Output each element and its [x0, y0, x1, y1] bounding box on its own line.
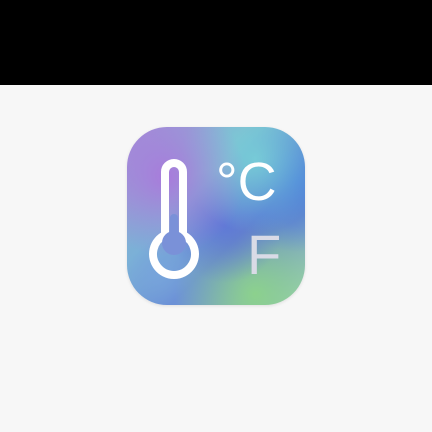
thermometer-bulb-icon: [162, 231, 186, 255]
fahrenheit-label: F: [247, 223, 281, 286]
celsius-label: °C: [216, 152, 277, 212]
top-black-bar: [0, 0, 432, 85]
app-icon[interactable]: °C F: [127, 127, 305, 305]
thermometer-temperature-converter-icon: °C F: [149, 152, 281, 286]
